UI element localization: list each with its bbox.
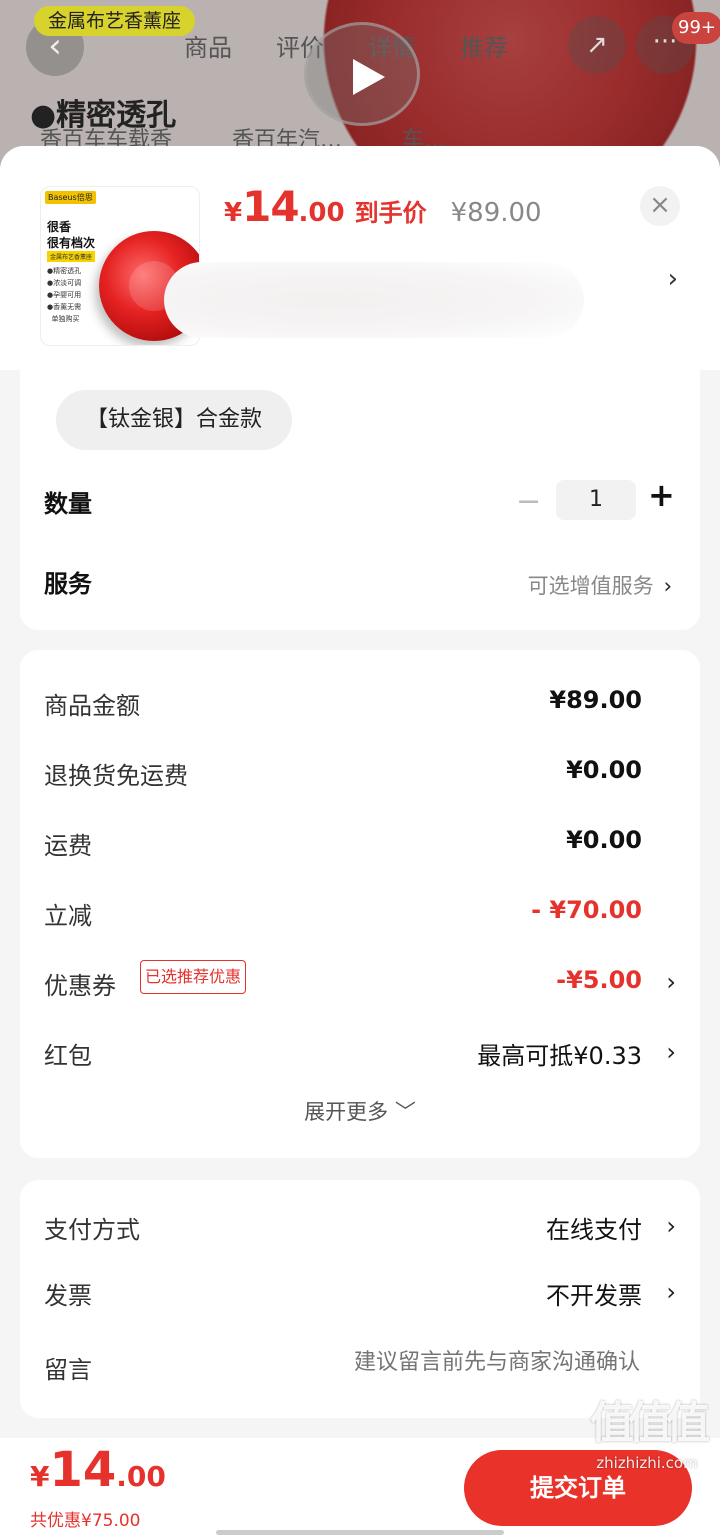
close-button[interactable]: × [640,186,680,226]
sheet-header: Baseus倍思 很香 很有档次 金属布艺香薰座 ●精密透孔 ●浓淡可调 ●孕婴… [0,146,720,370]
chevron-right-icon: › [666,1278,676,1306]
thumbnail-bullet: ●精密透孔 [47,267,82,275]
fee-value: ¥89.00 [549,686,642,714]
price-decimal: .00 [298,198,345,228]
payment-method-value: 在线支付 [546,1216,642,1244]
tab-goods: 商品 [184,34,232,62]
memo-label: 留言 [44,1356,92,1384]
total-savings: 共优惠¥75.00 [30,1511,141,1531]
chevron-right-icon: › [666,1212,676,1240]
share-icon: ↗ [568,16,626,74]
fee-value: -¥5.00 [556,966,642,994]
address-row[interactable]: › [164,262,684,338]
payment-method-label: 支付方式 [44,1216,140,1244]
quantity-input[interactable]: 1 [556,480,636,520]
watermark: 值值值 zhizhizhi.com [582,1394,712,1472]
original-price: ¥89.00 [450,198,542,228]
service-value: 可选增值服务 [527,574,654,598]
total-integer: 14 [49,1442,117,1498]
fee-label: 运费 [44,832,92,860]
thumbnail-headline: 很香 很有档次 [47,220,96,250]
fee-row-goods-amount: 商品金额 ¥89.00 [44,686,676,726]
fee-label: 优惠券 [44,972,116,1000]
thumbnail-bullet: ●香薰无需 [47,303,82,311]
chevron-right-icon: › [666,1038,676,1066]
price-integer: 14 [242,182,299,231]
fee-value: ¥0.00 [566,826,642,854]
thumbnail-bullet: ●浓淡可调 [47,279,82,287]
price-currency: ¥ [224,198,243,228]
fee-value: ¥0.00 [566,756,642,784]
fee-label: 立减 [44,902,92,930]
invoice-label: 发票 [44,1282,92,1310]
total-decimal: .00 [116,1460,166,1493]
total-price: ¥ 14 .00 [30,1442,166,1498]
final-price-label: 到手价 [354,199,427,227]
quantity-increase-button[interactable]: + [648,476,675,514]
tab-recommend: 推荐 [460,34,508,62]
payment-method-row[interactable]: 支付方式 在线支付 › [44,1210,676,1250]
home-indicator [216,1530,504,1535]
total-currency: ¥ [30,1460,50,1493]
fee-label: 退换货免运费 [44,762,188,790]
fee-value: 最高可抵¥0.33 [477,1042,642,1070]
fee-row-coupon[interactable]: 优惠券 已选推荐优惠 -¥5.00 › [44,960,676,1006]
fee-summary-card: 商品金额 ¥89.00 退换货免运费 ¥0.00 运费 ¥0.00 立减 - ¥… [20,650,700,1158]
thumbnail-bullets: ●精密透孔 ●浓淡可调 ●孕婴可用 ●香薰无需 单独购买 [47,265,81,325]
redacted-address [164,262,584,338]
chevron-right-icon: › [667,264,678,294]
options-card: 【钛金银】合金款 数量 − 1 + 服务 可选增值服务 › [20,370,700,630]
expand-more-button[interactable]: 展开更多 ﹀ [20,1096,700,1126]
thumbnail-bullet: 单独购买 [47,315,80,323]
watermark-logo: 值值值 [590,1398,710,1449]
chevron-right-icon: › [666,968,676,996]
coupon-badge: 已选推荐优惠 [140,960,247,994]
chevron-right-icon: › [663,574,672,598]
quantity-decrease-button[interactable]: − [516,484,541,519]
fee-row-red-packet[interactable]: 红包 最高可抵¥0.33 › [44,1036,676,1076]
fee-label: 商品金额 [44,692,140,720]
order-sheet: Baseus倍思 很香 很有档次 金属布艺香薰座 ●精密透孔 ●浓淡可调 ●孕婴… [0,146,720,1536]
variant-option[interactable]: 【钛金银】合金款 [56,390,293,450]
invoice-value: 不开发票 [546,1282,642,1310]
fee-row-instant-discount: 立减 - ¥70.00 [44,896,676,936]
fee-label: 红包 [44,1042,92,1070]
fee-row-shipping: 运费 ¥0.00 [44,826,676,866]
thumbnail-brand: Baseus倍思 [45,191,96,204]
invoice-row[interactable]: 发票 不开发票 › [44,1276,676,1316]
thumbnail-bullet: ●孕婴可用 [47,291,82,299]
payment-card: 支付方式 在线支付 › 发票 不开发票 › 留言 [20,1180,700,1418]
watermark-url: zhizhizhi.com [596,1454,698,1472]
fee-row-return-shipping: 退换货免运费 ¥0.00 [44,756,676,796]
background-product-tag: 金属布艺香薰座 [34,6,196,36]
service-selector[interactable]: 可选增值服务 › [528,570,672,600]
quantity-label: 数量 [44,490,92,518]
memo-row: 留言 [44,1350,676,1390]
fee-value: - ¥70.00 [531,896,642,924]
play-icon [304,22,420,126]
memo-input[interactable] [220,1350,640,1375]
message-count-badge: 99+ [672,12,720,44]
price-row: ¥ 14 .00 到手价 ¥89.00 [224,182,542,231]
thumbnail-subline: 金属布艺香薰座 [47,251,96,262]
service-label: 服务 [44,570,92,598]
